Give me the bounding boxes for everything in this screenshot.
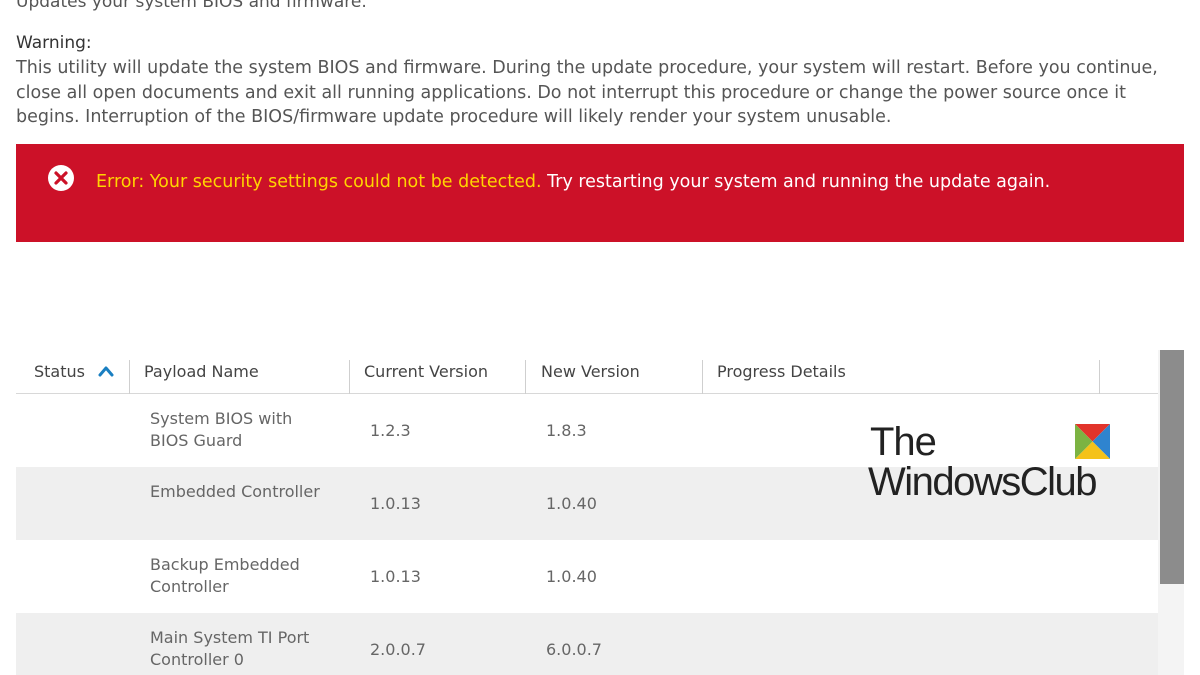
payload-name-cell: Embedded Controller xyxy=(150,482,320,501)
current-version-cell: 1.2.3 xyxy=(370,421,411,440)
column-header-status[interactable]: Status xyxy=(34,362,85,381)
new-version-cell: 6.0.0.7 xyxy=(546,640,602,659)
error-banner: Error: Your security settings could not … xyxy=(16,144,1184,242)
chevron-up-icon[interactable] xyxy=(97,364,115,378)
column-divider[interactable] xyxy=(1099,360,1100,394)
current-version-cell: 1.0.13 xyxy=(370,494,421,513)
table-header: Status Payload Name Current Version New … xyxy=(16,350,1158,394)
current-version-cell: 1.0.13 xyxy=(370,567,421,586)
bios-update-page: Updates your system BIOS and firmware. W… xyxy=(0,0,1200,675)
column-divider[interactable] xyxy=(702,360,703,394)
error-label: Error: Your security settings could not … xyxy=(96,172,542,192)
new-version-cell: 1.0.40 xyxy=(546,567,597,586)
table-scrollbar-thumb[interactable] xyxy=(1160,350,1184,584)
column-header-progress-details[interactable]: Progress Details xyxy=(717,362,846,381)
windows-club-logo-icon xyxy=(1075,424,1110,459)
error-message: Error: Your security settings could not … xyxy=(96,168,1116,196)
error-circle-x-icon xyxy=(48,165,74,191)
current-version-cell: 2.0.0.7 xyxy=(370,640,426,659)
column-header-current-version[interactable]: Current Version xyxy=(364,362,488,381)
payload-name-cell: Backup Embedded Controller xyxy=(150,555,300,596)
watermark-line-2: WindowsClub xyxy=(868,460,1098,504)
watermark-line-1: The xyxy=(870,420,937,464)
table-row[interactable]: Main System TI Port Controller 0 2.0.0.7… xyxy=(16,613,1158,675)
new-version-cell: 1.0.40 xyxy=(546,494,597,513)
payload-table: Status Payload Name Current Version New … xyxy=(16,350,1158,675)
column-divider[interactable] xyxy=(129,360,130,394)
warning-heading: Warning: xyxy=(16,33,92,53)
column-header-payload-name[interactable]: Payload Name xyxy=(144,362,259,381)
payload-name-cell: System BIOS with BIOS Guard xyxy=(150,409,293,450)
column-header-new-version[interactable]: New Version xyxy=(541,362,640,381)
page-subtitle: Updates your system BIOS and firmware. xyxy=(16,0,367,12)
column-divider[interactable] xyxy=(525,360,526,394)
watermark-logo: The WindowsClub xyxy=(868,420,1118,510)
column-divider[interactable] xyxy=(349,360,350,394)
new-version-cell: 1.8.3 xyxy=(546,421,587,440)
warning-text: This utility will update the system BIOS… xyxy=(16,58,1158,127)
error-details: Try restarting your system and running t… xyxy=(541,172,1051,192)
payload-name-cell: Main System TI Port Controller 0 xyxy=(150,628,310,669)
table-row[interactable]: Backup Embedded Controller 1.0.13 1.0.40 xyxy=(16,540,1158,613)
